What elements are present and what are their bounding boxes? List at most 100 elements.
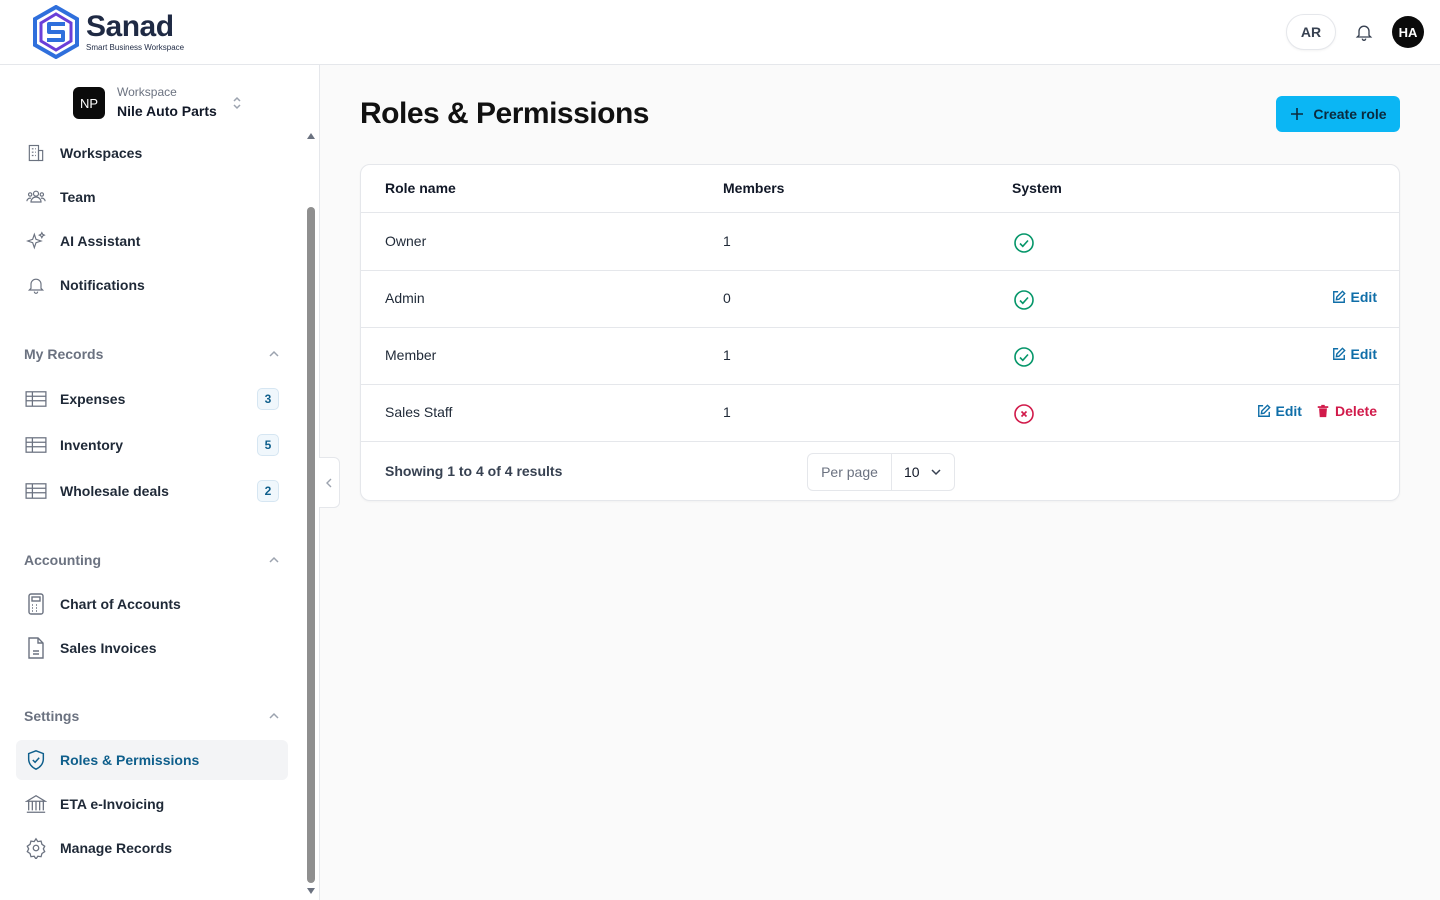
table-row[interactable]: Admin 0 Edit xyxy=(361,271,1399,328)
scroll-down-arrow[interactable] xyxy=(307,888,315,894)
sidebar: NP Workspace Nile Auto Parts Workspaces … xyxy=(0,65,320,900)
section-my-records[interactable]: My Records xyxy=(24,344,280,364)
brand-name: Sanad xyxy=(86,9,174,43)
sidebar-scrollbar-thumb[interactable] xyxy=(307,207,315,883)
chevron-up-icon xyxy=(269,350,279,357)
x-circle-icon xyxy=(1014,404,1034,424)
workspace-name: Nile Auto Parts xyxy=(117,103,217,119)
sidebar-item-label: Notifications xyxy=(60,277,145,293)
edit-icon xyxy=(1332,347,1346,360)
edit-button[interactable]: Edit xyxy=(1257,403,1302,419)
results-summary: Showing 1 to 4 of 4 results xyxy=(385,463,563,479)
table-icon xyxy=(24,479,48,503)
collapse-sidebar-button[interactable] xyxy=(319,457,340,508)
chevron-up-icon xyxy=(269,712,279,719)
section-title: Accounting xyxy=(24,552,101,568)
section-accounting[interactable]: Accounting xyxy=(24,550,280,570)
sanad-logo-icon xyxy=(33,5,79,59)
edit-icon xyxy=(1257,404,1271,417)
sidebar-item-label: Expenses xyxy=(60,391,126,407)
column-header-system[interactable]: System xyxy=(1012,180,1062,196)
per-page-control: Per page 10 xyxy=(807,453,955,491)
count-badge: 2 xyxy=(257,480,279,502)
column-header-role-name[interactable]: Role name xyxy=(385,180,456,196)
check-circle-icon xyxy=(1014,290,1034,310)
table-row[interactable]: Owner 1 xyxy=(361,214,1399,271)
members-cell: 0 xyxy=(723,290,731,306)
delete-button[interactable]: Delete xyxy=(1316,403,1377,419)
sidebar-item-workspaces[interactable]: Workspaces xyxy=(16,133,288,173)
bell-icon xyxy=(24,273,48,297)
page-title: Roles & Permissions xyxy=(360,97,649,130)
user-avatar[interactable]: HA xyxy=(1392,16,1424,48)
sidebar-item-label: Roles & Permissions xyxy=(60,752,200,768)
top-bar: Sanad Smart Business Workspace AR HA xyxy=(0,0,1440,65)
sidebar-item-expenses[interactable]: Expenses 3 xyxy=(16,379,288,419)
plus-icon xyxy=(1291,108,1304,120)
role-name-cell: Sales Staff xyxy=(385,404,453,420)
create-role-label: Create role xyxy=(1313,106,1387,122)
sidebar-item-wholesale-deals[interactable]: Wholesale deals 2 xyxy=(16,471,288,511)
per-page-value: 10 xyxy=(904,464,920,480)
section-title: Settings xyxy=(24,708,80,724)
sidebar-item-notifications[interactable]: Notifications xyxy=(16,265,288,305)
sidebar-item-chart-of-accounts[interactable]: Chart of Accounts xyxy=(16,584,288,624)
edit-button[interactable]: Edit xyxy=(1332,346,1377,362)
edit-button[interactable]: Edit xyxy=(1332,289,1377,305)
members-cell: 1 xyxy=(723,404,731,420)
workspace-switcher[interactable]: NP Workspace Nile Auto Parts xyxy=(73,85,243,121)
sidebar-item-team[interactable]: Team xyxy=(16,177,288,217)
sidebar-item-label: Workspaces xyxy=(60,145,143,161)
role-name-cell: Member xyxy=(385,347,437,363)
table-row[interactable]: Member 1 Edit xyxy=(361,328,1399,385)
section-settings[interactable]: Settings xyxy=(24,706,280,726)
role-name-cell: Owner xyxy=(385,233,427,249)
notifications-bell-icon[interactable] xyxy=(1352,20,1376,44)
sidebar-item-label: Team xyxy=(60,189,96,205)
chevron-up-icon xyxy=(269,556,279,563)
building-icon xyxy=(24,141,48,165)
edit-label: Edit xyxy=(1350,289,1377,305)
table-footer: Showing 1 to 4 of 4 results Per page 10 xyxy=(361,442,1399,500)
per-page-select[interactable]: 10 xyxy=(892,454,954,490)
sidebar-item-ai-assistant[interactable]: AI Assistant xyxy=(16,221,288,261)
section-title: My Records xyxy=(24,346,104,362)
table-icon xyxy=(24,387,48,411)
roles-table: Role name Members System Owner 1 Admin 0… xyxy=(360,164,1400,501)
brand-logo[interactable]: Sanad Smart Business Workspace xyxy=(32,5,184,59)
sidebar-item-roles-permissions[interactable]: Roles & Permissions xyxy=(16,740,288,780)
document-icon xyxy=(24,636,48,660)
sidebar-item-label: ETA e-Invoicing xyxy=(60,796,165,812)
table-icon xyxy=(24,433,48,457)
chevron-left-icon xyxy=(326,478,332,487)
sidebar-item-manage-records[interactable]: Manage Records xyxy=(16,828,288,868)
calculator-icon xyxy=(24,592,48,616)
language-toggle-button[interactable]: AR xyxy=(1286,14,1336,50)
table-row[interactable]: Sales Staff 1 Edit Delete xyxy=(361,385,1399,442)
trash-icon xyxy=(1317,404,1329,418)
edit-icon xyxy=(1332,290,1346,303)
chevron-up-down-icon xyxy=(233,96,241,110)
sidebar-item-label: Inventory xyxy=(60,437,124,453)
sidebar-item-sales-invoices[interactable]: Sales Invoices xyxy=(16,628,288,668)
workspace-avatar: NP xyxy=(73,87,105,119)
sidebar-item-label: AI Assistant xyxy=(60,233,141,249)
sidebar-item-label: Chart of Accounts xyxy=(60,596,181,612)
shield-check-icon xyxy=(24,748,48,772)
count-badge: 5 xyxy=(257,434,279,456)
column-header-members[interactable]: Members xyxy=(723,180,784,196)
sparkles-icon xyxy=(24,229,48,253)
sidebar-item-inventory[interactable]: Inventory 5 xyxy=(16,425,288,465)
members-cell: 1 xyxy=(723,233,731,249)
role-name-cell: Admin xyxy=(385,290,425,306)
brand-tagline: Smart Business Workspace xyxy=(86,42,185,52)
table-header: Role name Members System xyxy=(361,165,1399,213)
create-role-button[interactable]: Create role xyxy=(1276,96,1400,132)
scroll-up-arrow[interactable] xyxy=(307,133,315,139)
users-icon xyxy=(24,185,48,209)
sidebar-item-label: Wholesale deals xyxy=(60,483,169,499)
sidebar-item-eta-e-invoicing[interactable]: ETA e-Invoicing xyxy=(16,784,288,824)
check-circle-icon xyxy=(1014,233,1034,253)
gear-icon xyxy=(24,836,48,860)
delete-label: Delete xyxy=(1334,403,1377,419)
